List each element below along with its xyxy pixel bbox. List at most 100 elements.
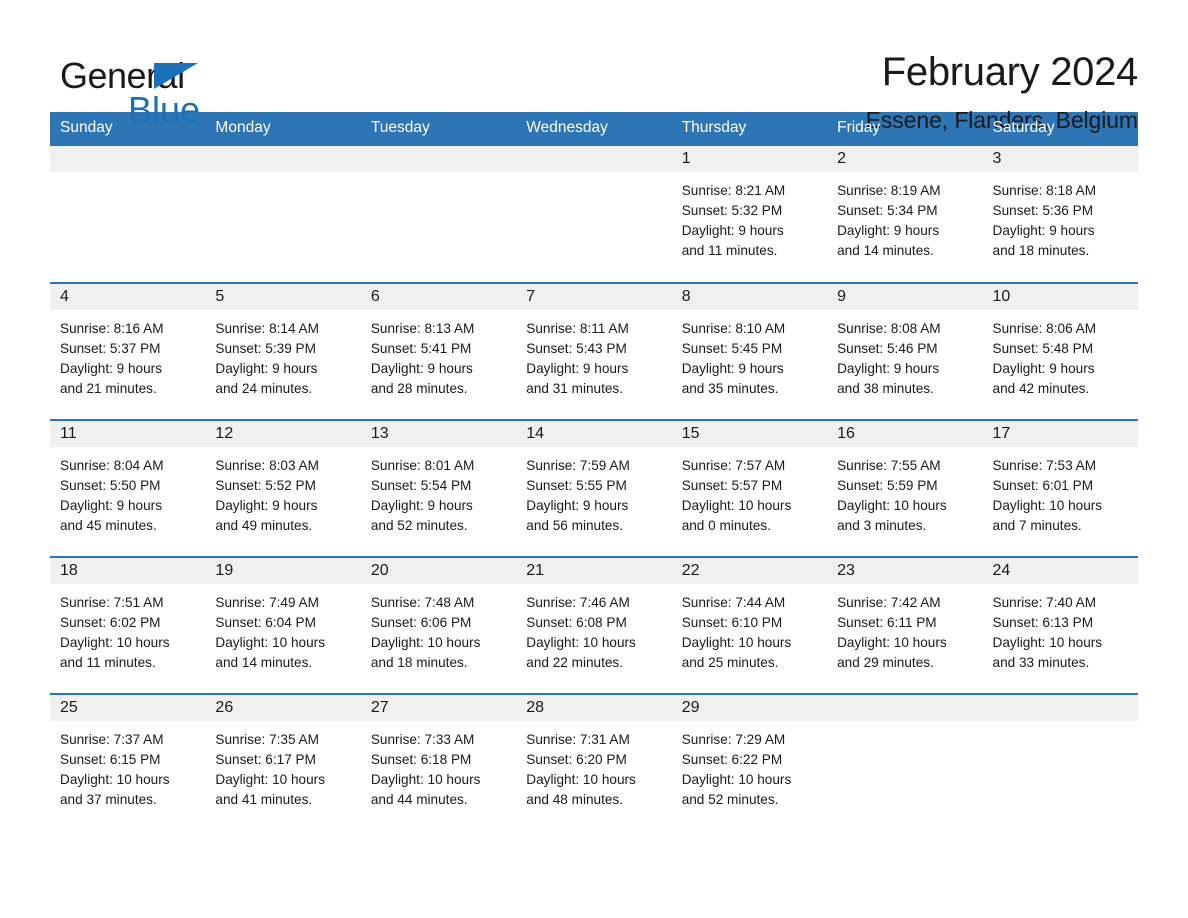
sunrise-text: Sunrise: 8:11 AM xyxy=(526,321,629,337)
day-number: 1 xyxy=(671,146,828,173)
daylight-text-line2: and 38 minutes. xyxy=(837,381,934,397)
daylight-text-line1: Daylight: 10 hours xyxy=(992,635,1103,651)
sunset-text: Sunset: 5:43 PM xyxy=(526,341,627,357)
day-cell-28[interactable]: 28 Sunrise: 7:31 AM Sunset: 6:20 PM Dayligh… xyxy=(516,693,672,831)
day-details: Sunrise: 7:49 AM Sunset: 6:04 PM Daylight:… xyxy=(205,584,360,673)
day-number: 4 xyxy=(50,284,206,311)
daylight-text-line1: Daylight: 10 hours xyxy=(837,498,947,514)
daylight-text-line1: Daylight: 9 hours xyxy=(992,361,1095,377)
sunset-text: Sunset: 5:45 PM xyxy=(681,341,783,357)
sunset-text: Sunset: 6:13 PM xyxy=(992,615,1094,631)
daylight-text-line1: Daylight: 10 hours xyxy=(681,635,792,651)
day-cell-13[interactable]: 13 Sunrise: 8:01 AM Sunset: 5:54 PM Dayligh… xyxy=(360,419,517,558)
daylight-text-line2: and 24 minutes. xyxy=(215,381,313,397)
sunrise-text: Sunrise: 7:35 AM xyxy=(215,732,319,748)
sunset-text: Sunset: 6:04 PM xyxy=(215,615,316,631)
sunset-text: Sunset: 5:57 PM xyxy=(681,478,783,494)
daylight-text-line2: and 42 minutes. xyxy=(992,381,1090,397)
daylight-text-line1: Daylight: 9 hours xyxy=(681,361,784,377)
sunrise-text: Sunrise: 7:29 AM xyxy=(681,732,786,748)
day-cell-25[interactable]: 25 Sunrise: 7:37 AM Sunset: 6:15 PM Dayligh… xyxy=(50,693,206,831)
daylight-text-line2: and 35 minutes. xyxy=(681,381,779,397)
day-cell-19[interactable]: 19 Sunrise: 7:49 AM Sunset: 6:04 PM Dayligh… xyxy=(205,556,361,695)
sunrise-text: Sunrise: 7:37 AM xyxy=(60,732,164,748)
daylight-text-line1: Daylight: 9 hours xyxy=(992,223,1095,239)
day-details: Sunrise: 7:48 AM Sunset: 6:06 PM Daylight:… xyxy=(361,584,516,673)
day-cell-empty xyxy=(360,144,517,284)
day-details: Sunrise: 8:21 AM Sunset: 5:32 PM Daylight:… xyxy=(672,172,827,261)
day-number xyxy=(360,146,517,173)
day-cell-14[interactable]: 14 Sunrise: 7:59 AM Sunset: 5:55 PM Dayligh… xyxy=(516,419,672,558)
day-cell-empty xyxy=(982,693,1138,831)
daylight-text-line1: Daylight: 10 hours xyxy=(992,498,1103,514)
day-cell-20[interactable]: 20 Sunrise: 7:48 AM Sunset: 6:06 PM Dayligh… xyxy=(360,556,517,695)
daylight-text-line1: Daylight: 9 hours xyxy=(837,361,940,377)
sunrise-text: Sunrise: 7:51 AM xyxy=(60,595,164,611)
daylight-text-line2: and 37 minutes. xyxy=(60,792,157,808)
day-cell-27[interactable]: 27 Sunrise: 7:33 AM Sunset: 6:18 PM Dayligh… xyxy=(360,693,517,831)
day-number xyxy=(205,146,361,173)
day-number xyxy=(516,146,672,173)
day-cell-6[interactable]: 6 Sunrise: 8:13 AM Sunset: 5:41 PM Daylight… xyxy=(360,282,517,421)
generalblue-logo[interactable]: General Blue xyxy=(50,48,310,138)
day-number: 28 xyxy=(516,695,672,722)
daylight-text-line1: Daylight: 9 hours xyxy=(526,361,629,377)
day-cell-15[interactable]: 15 Sunrise: 7:57 AM Sunset: 5:57 PM Dayligh… xyxy=(671,419,828,558)
day-number: 26 xyxy=(205,695,361,722)
sunrise-text: Sunrise: 8:16 AM xyxy=(60,321,164,337)
day-details: Sunrise: 7:59 AM Sunset: 5:55 PM Daylight:… xyxy=(516,447,671,536)
day-cell-1[interactable]: 1 Sunrise: 8:21 AM Sunset: 5:32 PM Daylight… xyxy=(671,144,828,284)
day-number: 5 xyxy=(205,284,361,311)
sunrise-text: Sunrise: 8:04 AM xyxy=(60,458,164,474)
day-cell-empty xyxy=(205,144,361,284)
sunrise-text: Sunrise: 7:42 AM xyxy=(837,595,941,611)
day-number: 22 xyxy=(671,558,828,585)
day-cell-9[interactable]: 9 Sunrise: 8:08 AM Sunset: 5:46 PM Daylight… xyxy=(827,282,983,421)
day-details: Sunrise: 7:35 AM Sunset: 6:17 PM Daylight:… xyxy=(205,721,360,810)
daylight-text-line2: and 18 minutes. xyxy=(992,243,1090,259)
sunrise-text: Sunrise: 7:48 AM xyxy=(370,595,475,611)
sunrise-text: Sunrise: 8:19 AM xyxy=(837,183,941,199)
sunset-text: Sunset: 6:17 PM xyxy=(215,752,316,768)
day-cell-29[interactable]: 29 Sunrise: 7:29 AM Sunset: 6:22 PM Dayligh… xyxy=(671,693,828,831)
day-cell-22[interactable]: 22 Sunrise: 7:44 AM Sunset: 6:10 PM Dayligh… xyxy=(671,556,828,695)
sunset-text: Sunset: 6:06 PM xyxy=(370,615,472,631)
day-cell-21[interactable]: 21 Sunrise: 7:46 AM Sunset: 6:08 PM Dayligh… xyxy=(516,556,672,695)
day-cell-3[interactable]: 3 Sunrise: 8:18 AM Sunset: 5:36 PM Daylight… xyxy=(982,144,1138,284)
day-number: 29 xyxy=(671,695,828,722)
day-cell-24[interactable]: 24 Sunrise: 7:40 AM Sunset: 6:13 PM Dayligh… xyxy=(982,556,1138,695)
daylight-text-line2: and 48 minutes. xyxy=(526,792,623,808)
day-number: 25 xyxy=(50,695,206,722)
sunset-text: Sunset: 5:41 PM xyxy=(370,341,472,357)
day-cell-8[interactable]: 8 Sunrise: 8:10 AM Sunset: 5:45 PM Daylight… xyxy=(671,282,828,421)
sunrise-text: Sunrise: 8:13 AM xyxy=(370,321,475,337)
daylight-text-line1: Daylight: 10 hours xyxy=(837,635,947,651)
day-cell-2[interactable]: 2 Sunrise: 8:19 AM Sunset: 5:34 PM Daylight… xyxy=(827,144,983,284)
daylight-text-line1: Daylight: 10 hours xyxy=(215,772,325,788)
day-cell-5[interactable]: 5 Sunrise: 8:14 AM Sunset: 5:39 PM Daylight… xyxy=(205,282,361,421)
day-cell-4[interactable]: 4 Sunrise: 8:16 AM Sunset: 5:37 PM Daylight… xyxy=(50,282,206,421)
day-cell-12[interactable]: 12 Sunrise: 8:03 AM Sunset: 5:52 PM Dayligh… xyxy=(205,419,361,558)
sunrise-text: Sunrise: 7:46 AM xyxy=(526,595,630,611)
sunset-text: Sunset: 5:59 PM xyxy=(837,478,938,494)
day-cell-17[interactable]: 17 Sunrise: 7:53 AM Sunset: 6:01 PM Dayligh… xyxy=(982,419,1138,558)
daylight-text-line2: and 31 minutes. xyxy=(526,381,623,397)
day-cell-26[interactable]: 26 Sunrise: 7:35 AM Sunset: 6:17 PM Dayligh… xyxy=(205,693,361,831)
day-number: 18 xyxy=(50,558,206,585)
sunset-text: Sunset: 5:50 PM xyxy=(60,478,161,494)
daylight-text-line1: Daylight: 9 hours xyxy=(370,361,473,377)
day-cell-23[interactable]: 23 Sunrise: 7:42 AM Sunset: 6:11 PM Dayligh… xyxy=(827,556,983,695)
day-number: 17 xyxy=(982,421,1138,448)
day-number: 10 xyxy=(982,284,1138,311)
sunrise-text: Sunrise: 7:55 AM xyxy=(837,458,941,474)
daylight-text-line2: and 29 minutes. xyxy=(837,655,934,671)
daylight-text-line2: and 33 minutes. xyxy=(992,655,1090,671)
day-cell-11[interactable]: 11 Sunrise: 8:04 AM Sunset: 5:50 PM Dayligh… xyxy=(50,419,206,558)
day-cell-16[interactable]: 16 Sunrise: 7:55 AM Sunset: 5:59 PM Dayligh… xyxy=(827,419,983,558)
daylight-text-line2: and 14 minutes. xyxy=(837,243,934,259)
sunset-text: Sunset: 5:52 PM xyxy=(215,478,316,494)
day-cell-18[interactable]: 18 Sunrise: 7:51 AM Sunset: 6:02 PM Dayligh… xyxy=(50,556,206,695)
sunset-text: Sunset: 6:20 PM xyxy=(526,752,627,768)
day-cell-10[interactable]: 10 Sunrise: 8:06 AM Sunset: 5:48 PM Dayligh… xyxy=(982,282,1138,421)
day-cell-7[interactable]: 7 Sunrise: 8:11 AM Sunset: 5:43 PM Daylight… xyxy=(516,282,672,421)
